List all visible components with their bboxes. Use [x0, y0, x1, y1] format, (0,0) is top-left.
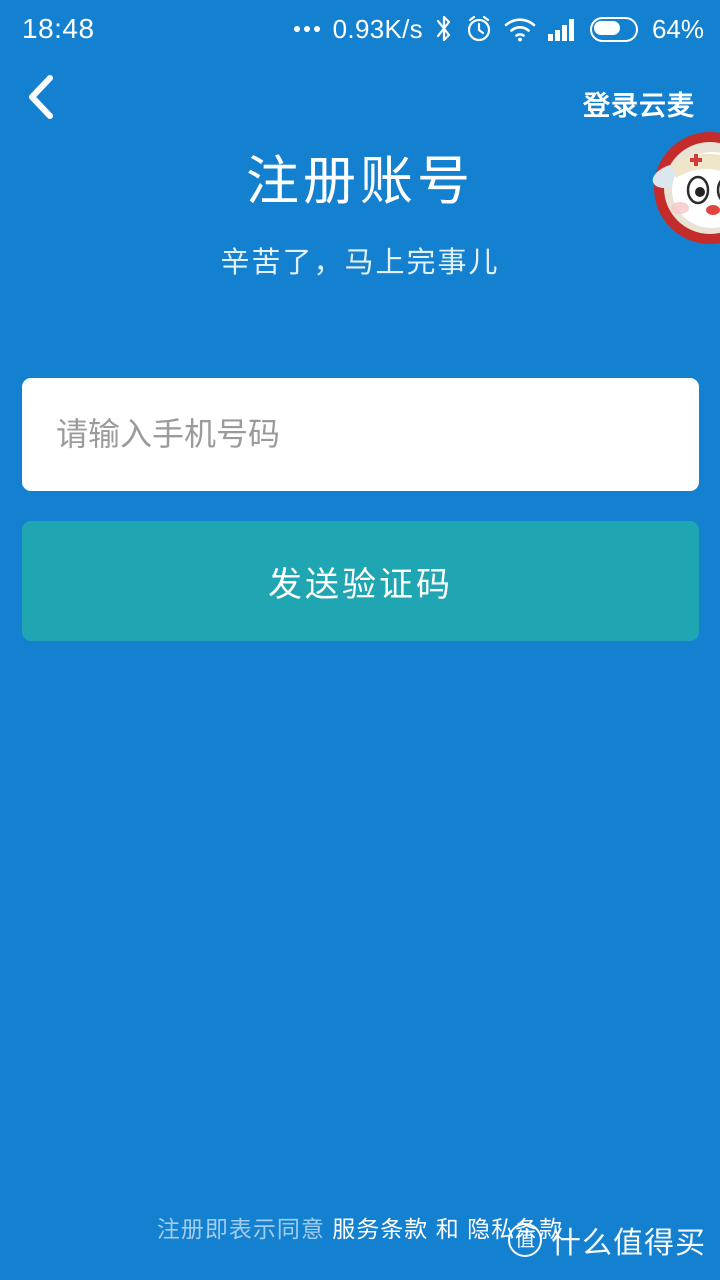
page-title: 注册账号: [246, 152, 474, 211]
smzdm-logo-icon: 值: [508, 1223, 542, 1257]
terms-of-service-link[interactable]: 服务条款: [332, 1216, 428, 1242]
phone-input[interactable]: [22, 378, 699, 491]
network-speed-label: 0.93K/s: [332, 13, 423, 44]
agreement-conjunction: 和: [435, 1216, 460, 1242]
page-subtitle: 辛苦了，马上完事儿: [220, 247, 500, 279]
login-link[interactable]: 登录云麦: [583, 84, 695, 123]
status-bar-icons: 0.93K/s 64%: [293, 13, 704, 45]
bluetooth-icon: [434, 14, 454, 44]
watermark-label: 什么值得买: [551, 1227, 706, 1260]
wifi-icon: [504, 16, 536, 42]
status-bar: 18:48 0.93K/s 64%: [0, 0, 720, 58]
back-button[interactable]: [10, 66, 72, 128]
more-notifications-icon: [293, 26, 320, 32]
chevron-left-icon: [24, 74, 58, 120]
battery-percent-label: 64%: [651, 13, 704, 44]
agreement-prefix: 注册即表示同意: [156, 1216, 325, 1242]
watermark: 值 什么值得买: [508, 1218, 706, 1262]
cellular-signal-icon: [547, 16, 579, 42]
alarm-clock-icon: [465, 14, 493, 44]
send-verification-code-button[interactable]: 发送验证码: [22, 521, 699, 641]
battery-icon: [589, 16, 638, 42]
register-screen: 18:48 0.93K/s 64% 登录云麦 注册账号 辛苦了，马上完事儿 请输…: [0, 0, 720, 1280]
nav-bar: 登录云麦: [0, 58, 720, 136]
status-bar-clock: 18:48: [22, 13, 95, 44]
